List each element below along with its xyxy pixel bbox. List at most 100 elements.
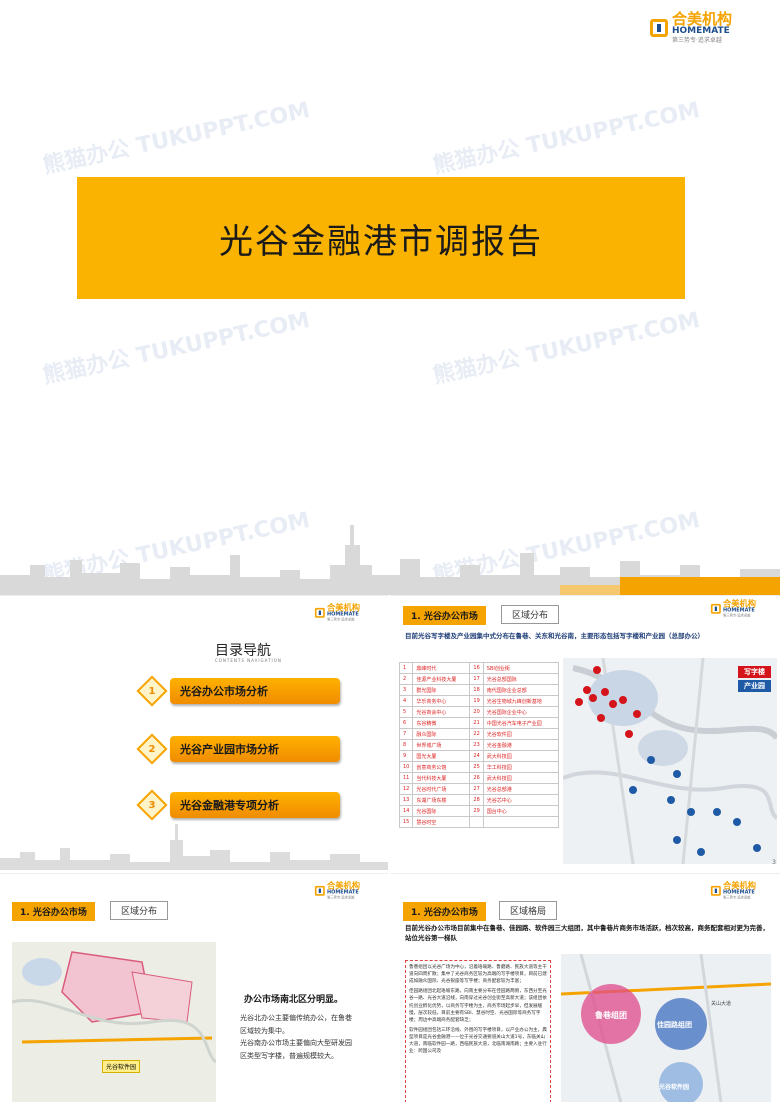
industrial-marker[interactable] xyxy=(697,848,705,856)
poi-number: 5 xyxy=(398,706,414,718)
poi-name: 华乐商务中心 xyxy=(412,695,471,707)
toc-title: 目录导航 xyxy=(215,643,271,659)
poi-number: 8 xyxy=(398,739,414,751)
poi-number: 20 xyxy=(469,706,484,718)
poi-number: 19 xyxy=(469,695,484,707)
poi-name: 佳源产业科技大厦 xyxy=(412,673,471,685)
cluster-label-luxiang: 鲁巷组团 xyxy=(595,1011,627,1020)
poi-number: 11 xyxy=(398,772,414,784)
poi-name: 光谷芯中心 xyxy=(482,794,560,806)
poi-name: 武大科技园 xyxy=(482,772,560,784)
brand-logo: 合美机构 HOMEMATE 第三势专·追求卓越 xyxy=(649,10,732,44)
poi-name: 国台中心 xyxy=(482,805,560,817)
toc-number-3: 3 xyxy=(136,789,168,821)
poi-name: 南代国际企业总部 xyxy=(482,684,560,696)
poi-name: 光谷商会中心 xyxy=(412,706,471,718)
distribution-slide: 1. 光谷办公市场 区域分布 合美机构 HOMEMATE 第三势专·追求卓越 目… xyxy=(391,595,780,870)
toc-item-2[interactable]: 光谷产业园市场分析 xyxy=(170,736,340,762)
poi-row: 10 创意商务公馆 25 华工科技园 xyxy=(398,761,560,773)
poi-name: 东谷精微 xyxy=(412,717,471,729)
industrial-marker[interactable] xyxy=(687,808,695,816)
poi-row: 11 当代科技大厦 26 武大科技园 xyxy=(398,772,560,784)
poi-name: 慧谷时空 xyxy=(412,816,471,828)
poi-number: 26 xyxy=(469,772,484,784)
watermark: 熊猫办公 TUKUPPT.COM xyxy=(40,97,313,179)
poi-number: 27 xyxy=(469,783,484,795)
poi-row: 4 华乐商务中心 19 光谷生物城九峰创新基地 xyxy=(398,695,560,707)
bullet-box: 鲁巷组团以光谷广场为中心，沿着珞瑜路、鲁磨路、民族大道等主干道向四周扩散；集中了… xyxy=(405,960,551,1102)
distribution-map: 写字楼 产业园 xyxy=(563,658,777,864)
bullet-item: 鲁巷组团以光谷广场为中心，沿着珞瑜路、鲁磨路、民族大道等主干道向四周扩散；集中了… xyxy=(409,965,547,985)
office-marker[interactable] xyxy=(633,710,641,718)
poi-name: SBI创业街 xyxy=(482,662,560,674)
north-south-heading: 办公市场南北区分明显。 xyxy=(244,995,344,1005)
toc-item-1[interactable]: 光谷办公市场分析 xyxy=(170,678,340,704)
regional-pattern-slide: 1. 光谷办公市场 区域格局 合美机构 HOMEMATE 第三势专·追求卓越 目… xyxy=(391,873,780,1102)
toc-item-3[interactable]: 光谷金融港专项分析 xyxy=(170,792,340,818)
poi-name: 光谷总部港 xyxy=(482,783,560,795)
brand-slogan: 第三势专·追求卓越 xyxy=(671,37,722,44)
poi-number: 22 xyxy=(469,728,484,740)
industrial-marker[interactable] xyxy=(753,844,761,852)
section-tab: 1. 光谷办公市场 xyxy=(403,606,486,625)
office-marker[interactable] xyxy=(583,686,591,694)
city-skyline xyxy=(0,525,780,595)
poi-name: 中国光谷汽车电子产业园 xyxy=(482,717,560,729)
brand-logo: 合美机构 HOMEMATE 第三势专·追求卓越 xyxy=(314,882,360,900)
page-number: 3 xyxy=(772,859,776,866)
industrial-marker[interactable] xyxy=(673,836,681,844)
map-zones xyxy=(12,942,216,1102)
office-marker[interactable] xyxy=(619,696,627,704)
poi-name: 创意商务公馆 xyxy=(412,761,471,773)
office-marker[interactable] xyxy=(589,694,597,702)
cover-title: 光谷金融港市调报告 xyxy=(219,221,543,262)
poi-row: 5 光谷商会中心 20 光谷国际企业中心 xyxy=(398,706,560,718)
poi-name xyxy=(482,816,560,828)
industrial-marker[interactable] xyxy=(733,818,741,826)
poi-row: 13 东湖广场东楼 28 光谷芯中心 xyxy=(398,794,560,806)
section-subtitle: 区域格局 xyxy=(499,901,558,920)
poi-row: 3 群光国际 18 南代国际企业总部 xyxy=(398,684,560,696)
office-marker[interactable] xyxy=(625,730,633,738)
office-marker[interactable] xyxy=(609,700,617,708)
industrial-marker[interactable] xyxy=(647,756,655,764)
cluster-map: 鲁巷组团 佳园路组团 光谷软件园 关山大道 xyxy=(561,954,771,1102)
poi-name: 融众国际 xyxy=(412,728,471,740)
industrial-marker[interactable] xyxy=(673,770,681,778)
poi-number: 16 xyxy=(469,662,484,674)
poi-row: 12 光谷时代广场 27 光谷总部港 xyxy=(398,783,560,795)
office-marker[interactable] xyxy=(597,714,605,722)
poi-row: 2 佳源产业科技大厦 17 光谷总部国际 xyxy=(398,673,560,685)
poi-number: 29 xyxy=(469,805,484,817)
poi-number: 12 xyxy=(398,783,414,795)
poi-row: 15 慧谷时空 xyxy=(398,816,560,828)
poi-name: 国光大厦 xyxy=(412,750,471,762)
toc-slide: 合美机构 HOMEMATE 第三势专·追求卓越 目录导航 CONTENTS NA… xyxy=(0,595,388,870)
slide-description: 目前光谷写字楼及产业园集中式分布在鲁巷、关东和光谷南，主要形态包括写字楼和产业园… xyxy=(405,632,704,640)
poi-name: 光谷国际企业中心 xyxy=(482,706,560,718)
poi-number: 14 xyxy=(398,805,414,817)
poi-number: 7 xyxy=(398,728,414,740)
road-label: 关山大道 xyxy=(711,1001,732,1007)
office-marker[interactable] xyxy=(575,698,583,706)
industrial-marker[interactable] xyxy=(713,808,721,816)
poi-number: 13 xyxy=(398,794,414,806)
office-marker[interactable] xyxy=(593,666,601,674)
section-subtitle: 区域分布 xyxy=(501,605,560,624)
poi-number: 23 xyxy=(469,739,484,751)
poi-number: 9 xyxy=(398,750,414,762)
watermark: 熊猫办公 TUKUPPT.COM xyxy=(40,307,313,389)
poi-name: 光谷软件园 xyxy=(482,728,560,740)
industrial-marker[interactable] xyxy=(667,796,675,804)
poi-number: 6 xyxy=(398,717,414,729)
poi-number: 1 xyxy=(398,662,414,674)
industrial-marker[interactable] xyxy=(629,786,637,794)
office-marker[interactable] xyxy=(601,688,609,696)
poi-number: 18 xyxy=(469,684,484,696)
poi-row: 7 融众国际 22 光谷软件园 xyxy=(398,728,560,740)
cluster-label-jiayuan: 佳园路组团 xyxy=(657,1021,692,1029)
poi-number: 24 xyxy=(469,750,484,762)
city-skyline xyxy=(0,824,388,870)
brand-name-cn: 合美机构 xyxy=(671,10,732,28)
poi-name: 光谷国际 xyxy=(412,805,471,817)
